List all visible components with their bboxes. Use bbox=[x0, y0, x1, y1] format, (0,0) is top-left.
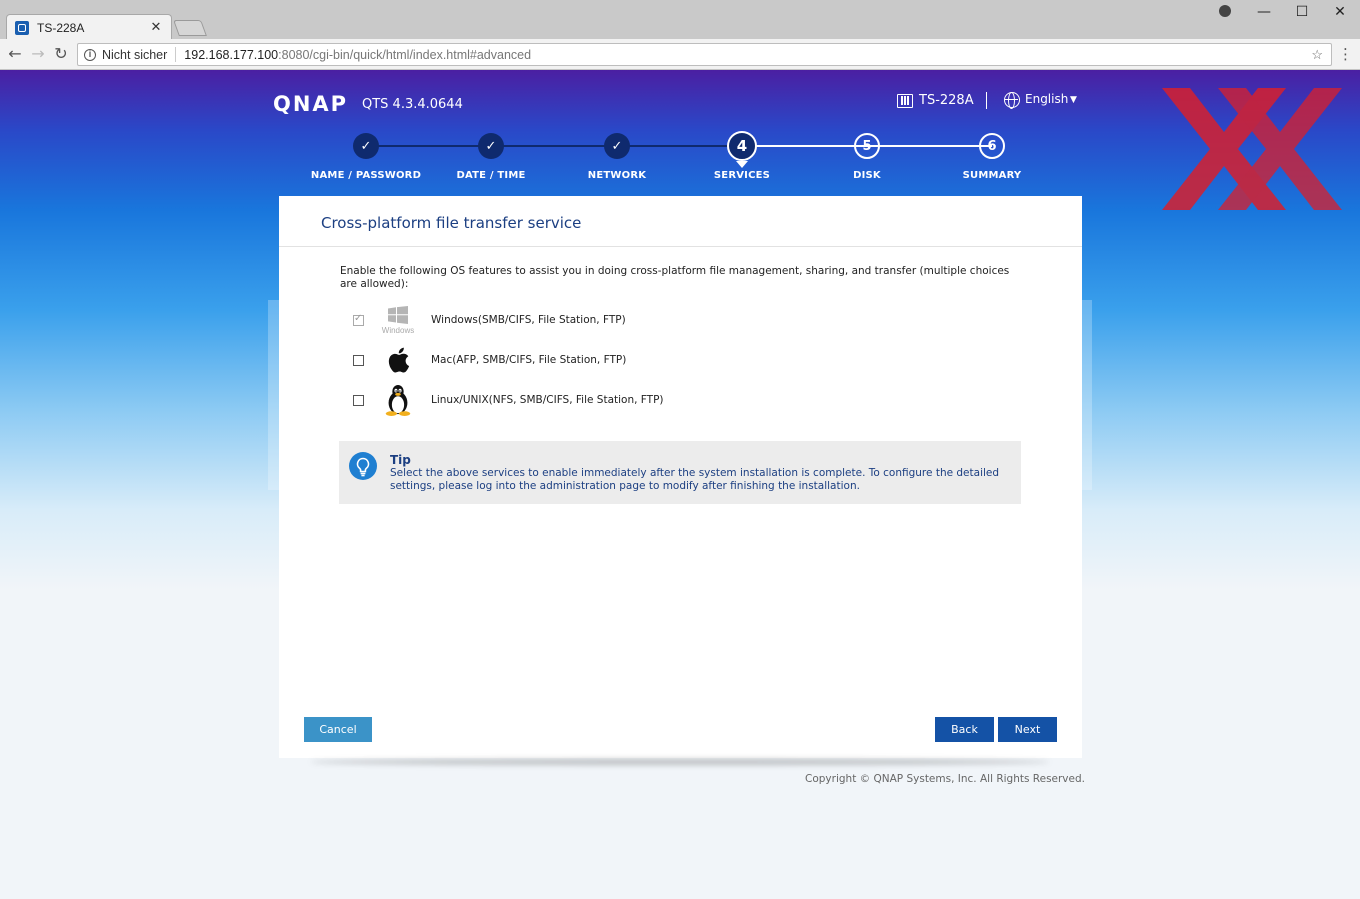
mac-label: Mac(AFP, SMB/CIFS, File Station, FTP) bbox=[431, 354, 627, 366]
info-icon[interactable]: i bbox=[84, 48, 96, 61]
window-close-icon[interactable]: ✕ bbox=[1330, 4, 1350, 20]
back-button[interactable]: Back bbox=[935, 717, 994, 742]
step-services: 4 SERVICES bbox=[672, 131, 812, 181]
watermark-logo-icon bbox=[1162, 88, 1342, 210]
option-linux: Linux/UNIX(NFS, SMB/CIFS, File Station, … bbox=[353, 384, 664, 416]
check-icon: ✓ bbox=[478, 133, 504, 159]
browser-tabbar: TS-228A ✕ — ☐ ✕ bbox=[0, 0, 1360, 40]
qnap-logo: QNAP bbox=[273, 92, 349, 116]
nas-device-icon bbox=[897, 94, 913, 108]
tab-title: TS-228A bbox=[37, 20, 85, 35]
wizard-card: Cross-platform file transfer service Ena… bbox=[279, 196, 1082, 758]
browser-addressbar: ← → ↻ i Nicht sicher 192.168.177.100 :80… bbox=[0, 39, 1360, 70]
step-number: 4 bbox=[727, 131, 757, 168]
windows-checkbox[interactable] bbox=[353, 313, 364, 326]
security-label: Nicht sicher bbox=[102, 47, 168, 62]
step-label: NETWORK bbox=[587, 170, 647, 181]
step-number: 5 bbox=[854, 133, 880, 159]
language-selector[interactable]: English bbox=[1025, 92, 1068, 106]
step-disk: 5 DISK bbox=[797, 133, 937, 181]
minimize-icon[interactable]: — bbox=[1254, 4, 1274, 20]
windows-caption: Windows bbox=[381, 325, 415, 335]
url-host: 192.168.177.100 bbox=[184, 47, 279, 62]
step-number: 6 bbox=[979, 133, 1005, 159]
windows-label: Windows(SMB/CIFS, File Station, FTP) bbox=[431, 314, 626, 326]
cancel-button[interactable]: Cancel bbox=[304, 717, 372, 742]
linux-checkbox[interactable] bbox=[353, 394, 364, 406]
device-name: TS-228A bbox=[919, 93, 974, 108]
url-separator bbox=[175, 47, 177, 62]
apple-icon bbox=[379, 344, 417, 376]
chevron-down-icon[interactable]: ▼ bbox=[1070, 95, 1077, 105]
back-arrow-icon[interactable]: ← bbox=[5, 44, 25, 63]
tux-icon bbox=[379, 384, 417, 416]
card-divider bbox=[279, 246, 1082, 247]
tip-title: Tip bbox=[390, 453, 411, 467]
qnap-favicon-icon bbox=[15, 20, 29, 35]
copyright-text: Copyright © QNAP Systems, Inc. All Right… bbox=[805, 773, 1085, 785]
profile-icon[interactable] bbox=[1219, 5, 1231, 17]
lightbulb-icon bbox=[349, 452, 377, 480]
header-divider bbox=[986, 92, 987, 109]
qts-version: QTS 4.3.4.0644 bbox=[362, 97, 463, 112]
card-shadow bbox=[310, 759, 1050, 765]
step-label: NAME / PASSWORD bbox=[310, 170, 422, 181]
url-path: :8080/cgi-bin/quick/html/index.html#adva… bbox=[278, 47, 532, 62]
step-label: DATE / TIME bbox=[456, 170, 526, 181]
forward-arrow-icon[interactable]: → bbox=[28, 44, 48, 63]
windows-icon: Windows bbox=[379, 304, 417, 336]
step-date-time: ✓ DATE / TIME bbox=[421, 133, 561, 181]
step-label: DISK bbox=[853, 170, 881, 181]
check-icon: ✓ bbox=[604, 133, 630, 159]
card-title: Cross-platform file transfer service bbox=[321, 214, 582, 232]
mac-checkbox[interactable] bbox=[353, 354, 364, 366]
linux-label: Linux/UNIX(NFS, SMB/CIFS, File Station, … bbox=[431, 394, 664, 406]
wizard-page: QNAP QTS 4.3.4.0644 TS-228A English ▼ ✓ … bbox=[0, 70, 1360, 899]
browser-menu-icon[interactable]: ⋮ bbox=[1338, 45, 1353, 63]
tip-text: Select the above services to enable imme… bbox=[390, 467, 1000, 492]
step-label: SUMMARY bbox=[962, 170, 1022, 181]
intro-text: Enable the following OS features to assi… bbox=[340, 265, 1010, 290]
browser-tab[interactable]: TS-228A ✕ bbox=[6, 14, 172, 40]
option-mac: Mac(AFP, SMB/CIFS, File Station, FTP) bbox=[353, 344, 626, 376]
globe-icon[interactable] bbox=[1004, 92, 1020, 109]
option-windows: Windows Windows(SMB/CIFS, File Station, … bbox=[353, 304, 626, 336]
tab-close-icon[interactable]: ✕ bbox=[149, 20, 163, 35]
new-tab-button[interactable] bbox=[173, 20, 207, 36]
bookmark-star-icon[interactable]: ☆ bbox=[1311, 47, 1323, 63]
maximize-icon[interactable]: ☐ bbox=[1292, 4, 1312, 20]
next-button[interactable]: Next bbox=[998, 717, 1057, 742]
step-summary: 6 SUMMARY bbox=[922, 133, 1062, 181]
step-network: ✓ NETWORK bbox=[547, 133, 687, 181]
reload-icon[interactable]: ↻ bbox=[51, 44, 71, 63]
tip-box: Tip Select the above services to enable … bbox=[339, 441, 1021, 504]
url-field[interactable]: i Nicht sicher 192.168.177.100 :8080/cgi… bbox=[77, 43, 1332, 66]
step-name-password: ✓ NAME / PASSWORD bbox=[296, 133, 436, 181]
step-label: SERVICES bbox=[713, 170, 771, 181]
check-icon: ✓ bbox=[353, 133, 379, 159]
